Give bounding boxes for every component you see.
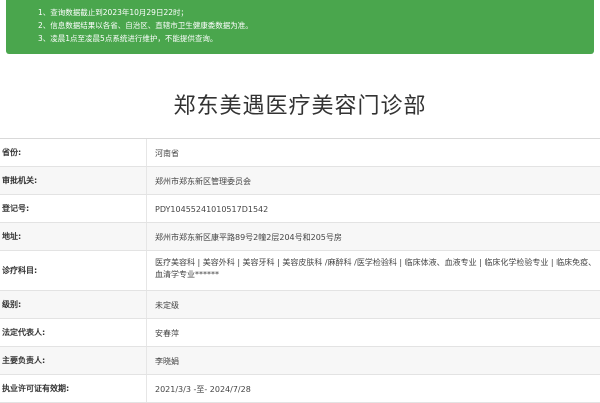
- row-label: 地址:: [2, 232, 22, 241]
- row-label: 省份:: [2, 148, 22, 157]
- row-value: 郑州市郑东新区管理委员会: [146, 167, 600, 194]
- row-value: 李晓娟: [146, 347, 600, 374]
- row-value: 2021/3/3 -至- 2024/7/28: [146, 375, 600, 402]
- row-label: 诊疗科目:: [2, 266, 38, 275]
- row-value: 医疗美容科 | 美容外科 | 美容牙科 | 美容皮肤科 /麻醉科 /医学检验科 …: [146, 251, 600, 290]
- info-table: 省份: 河南省 审批机关: 郑州市郑东新区管理委员会 登记号: PDY10455…: [0, 138, 600, 403]
- notice-line: 2、信息数据结果以各省、自治区、直辖市卫生健康委数据为准。: [38, 21, 253, 30]
- table-row-legal-representative: 法定代表人: 安春萍: [0, 319, 600, 347]
- row-value: 郑州市郑东新区康平路89号2幢2层204号和205号房: [146, 223, 600, 250]
- table-row-principal: 主要负责人: 李晓娟: [0, 347, 600, 375]
- row-value: 未定级: [146, 291, 600, 318]
- table-row-registration-number: 登记号: PDY10455241010517D1542: [0, 195, 600, 223]
- row-label: 审批机关:: [2, 176, 38, 185]
- row-value: 河南省: [146, 139, 600, 166]
- row-value: 安春萍: [146, 319, 600, 346]
- notice-banner: 1、查询数据截止到2023年10月29日22时； 2、信息数据结果以各省、自治区…: [6, 0, 594, 54]
- table-row-approval-authority: 审批机关: 郑州市郑东新区管理委员会: [0, 167, 600, 195]
- title-area: 郑东美遇医疗美容门诊部: [0, 62, 600, 138]
- row-label: 主要负责人:: [2, 356, 46, 365]
- table-row-province: 省份: 河南省: [0, 139, 600, 167]
- row-label: 法定代表人:: [2, 328, 46, 337]
- notice-line: 3、凌晨1点至凌晨5点系统进行维护，不能提供查询。: [38, 34, 218, 43]
- table-row-clinical-departments: 诊疗科目: 医疗美容科 | 美容外科 | 美容牙科 | 美容皮肤科 /麻醉科 /…: [0, 251, 600, 291]
- page-title: 郑东美遇医疗美容门诊部: [173, 94, 427, 119]
- row-value: PDY10455241010517D1542: [146, 195, 600, 222]
- notice-line: 1、查询数据截止到2023年10月29日22时；: [38, 8, 188, 17]
- row-label: 登记号:: [2, 204, 30, 213]
- table-row-license-validity: 执业许可证有效期: 2021/3/3 -至- 2024/7/28: [0, 375, 600, 403]
- table-row-address: 地址: 郑州市郑东新区康平路89号2幢2层204号和205号房: [0, 223, 600, 251]
- row-label: 执业许可证有效期:: [2, 384, 70, 393]
- table-row-level: 级别: 未定级: [0, 291, 600, 319]
- row-label: 级别:: [2, 300, 22, 309]
